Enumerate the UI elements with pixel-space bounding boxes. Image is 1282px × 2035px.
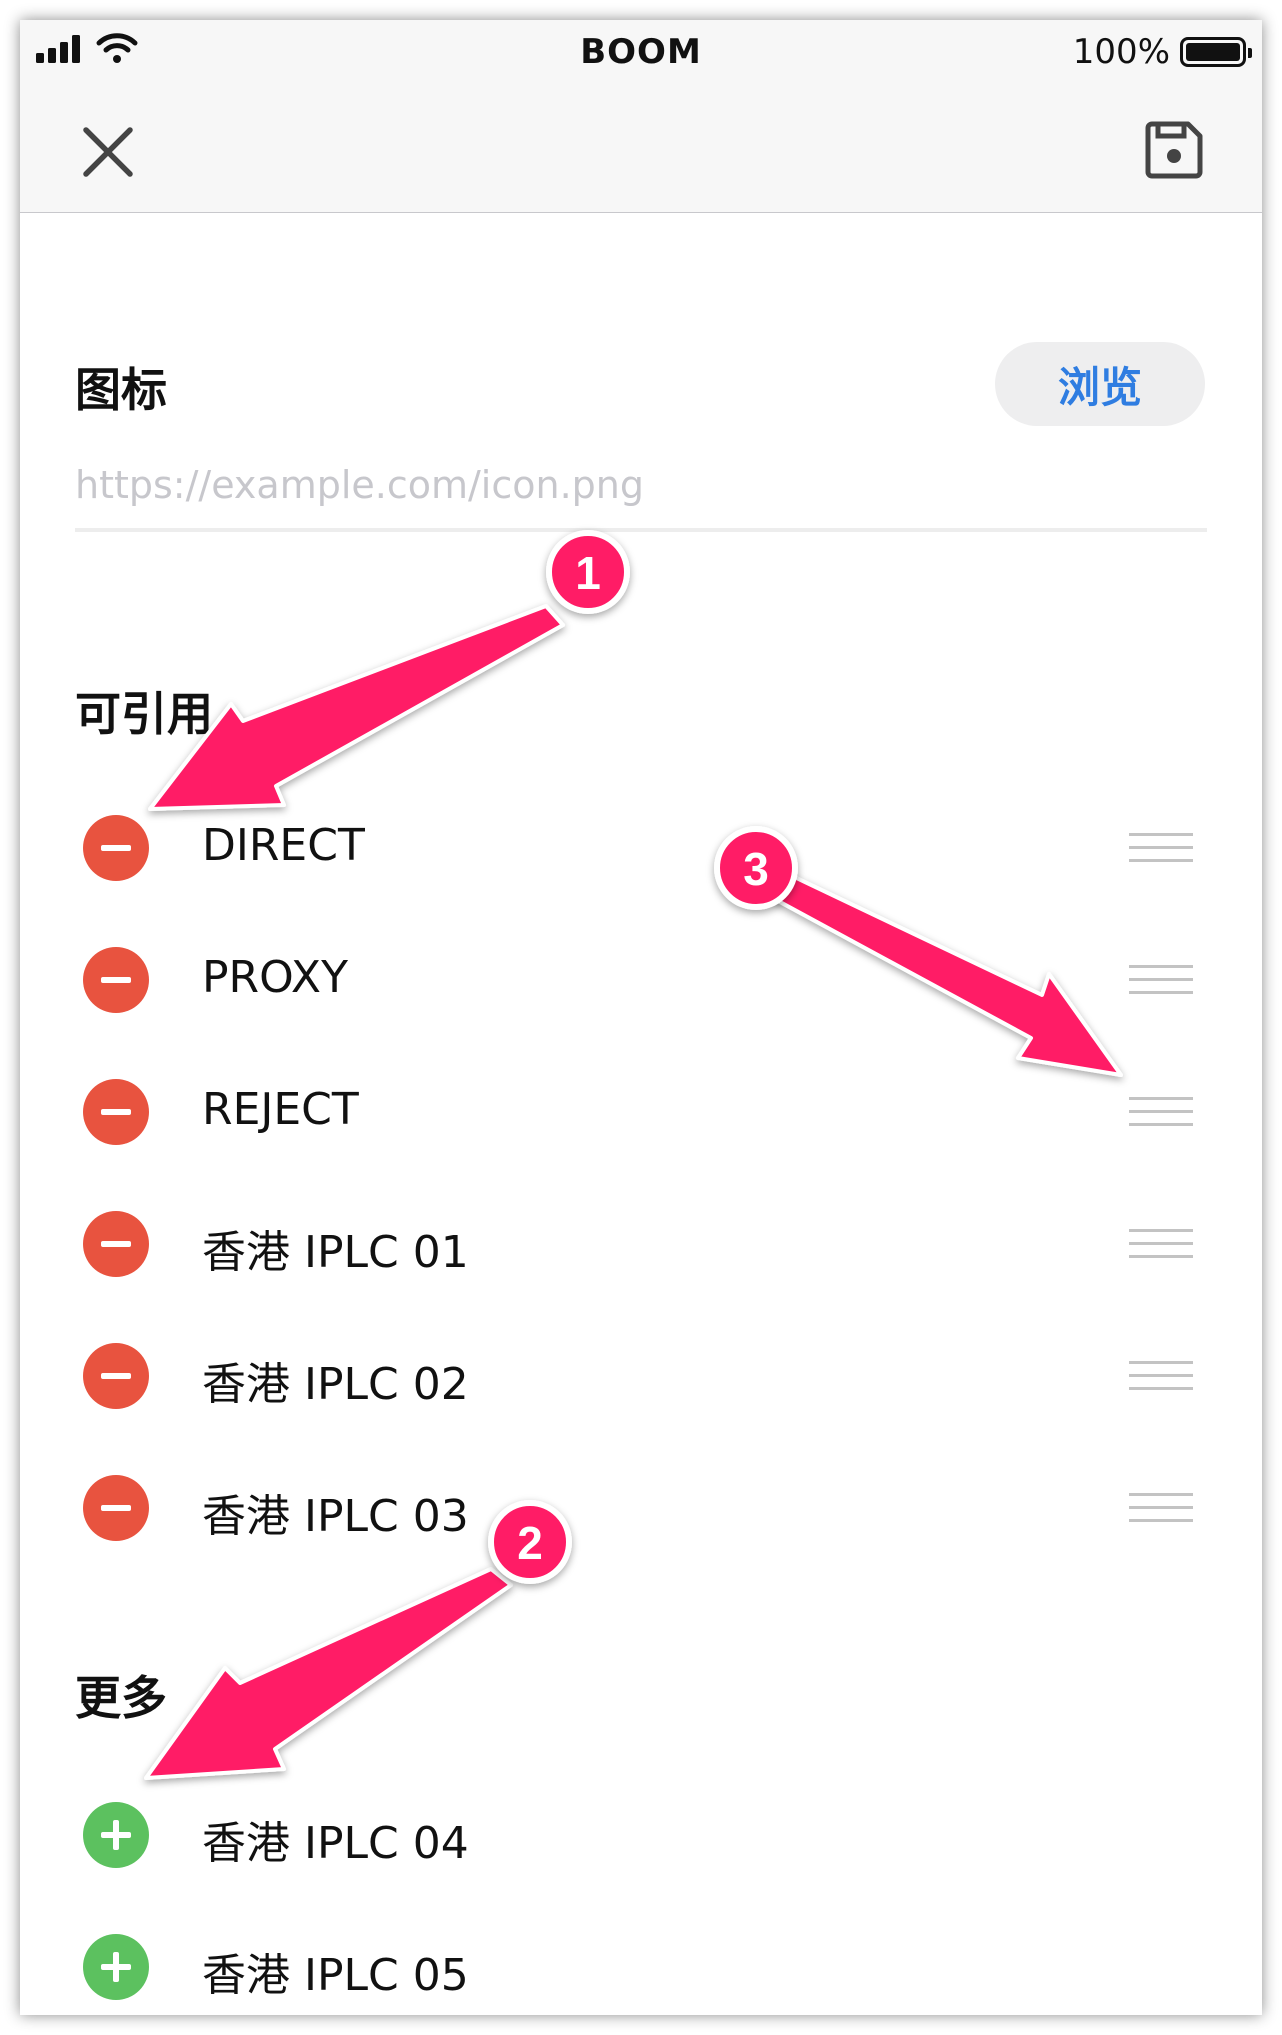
remove-button[interactable] — [83, 815, 149, 881]
icon-section-label: 图标 — [75, 363, 167, 417]
item-label: 香港 IPLC 05 — [202, 1950, 469, 2001]
browse-button[interactable]: 浏览 — [995, 342, 1205, 426]
drag-handle-icon[interactable] — [1129, 1361, 1193, 1393]
item-label: 香港 IPLC 02 — [202, 1359, 469, 1410]
minus-icon — [101, 1505, 131, 1511]
drag-handle-icon[interactable] — [1129, 833, 1193, 865]
item-label: 香港 IPLC 04 — [202, 1818, 469, 1869]
navigation-bar: BOOM 100% — [20, 20, 1262, 213]
icon-url-input[interactable] — [75, 450, 1207, 520]
minus-icon — [101, 977, 131, 983]
item-label: DIRECT — [202, 820, 365, 871]
list-item-referenced: 香港 IPLC 02 — [20, 1326, 1262, 1426]
save-button[interactable] — [1144, 120, 1204, 180]
drag-handle-icon[interactable] — [1129, 1229, 1193, 1261]
add-button[interactable] — [83, 1934, 149, 2000]
battery-percent: 100% — [1072, 32, 1170, 72]
close-button[interactable] — [80, 124, 136, 180]
item-label: 香港 IPLC 03 — [202, 1491, 469, 1542]
list-item-referenced: PROXY — [20, 930, 1262, 1030]
minus-icon — [101, 1373, 131, 1379]
remove-button[interactable] — [83, 1079, 149, 1145]
more-section-label: 更多 — [75, 1671, 167, 1725]
minus-icon — [101, 1109, 131, 1115]
remove-button[interactable] — [83, 947, 149, 1013]
list-item-more: 香港 IPLC 04 — [20, 1785, 1262, 1885]
list-item-more: 香港 IPLC 05 — [20, 1917, 1262, 2015]
input-underline — [75, 528, 1207, 532]
drag-handle-icon[interactable] — [1129, 1493, 1193, 1525]
battery-icon — [1180, 37, 1252, 67]
drag-handle-icon[interactable] — [1129, 1097, 1193, 1129]
app-screen: BOOM 100% 图标 浏览 可引用 DIRECT PROXY — [20, 20, 1262, 2015]
drag-handle-icon[interactable] — [1129, 965, 1193, 997]
add-button[interactable] — [83, 1802, 149, 1868]
list-item-referenced: 香港 IPLC 01 — [20, 1194, 1262, 1294]
remove-button[interactable] — [83, 1211, 149, 1277]
item-label: PROXY — [202, 952, 348, 1003]
close-icon — [83, 127, 133, 177]
minus-icon — [101, 845, 131, 851]
item-label: 香港 IPLC 01 — [202, 1227, 469, 1278]
remove-button[interactable] — [83, 1475, 149, 1541]
remove-button[interactable] — [83, 1343, 149, 1409]
referenced-section-label: 可引用 — [75, 687, 213, 741]
save-icon — [1145, 121, 1203, 179]
item-label: REJECT — [202, 1084, 359, 1135]
list-item-referenced: REJECT — [20, 1062, 1262, 1162]
battery-status: 100% — [1072, 32, 1252, 72]
list-item-referenced: DIRECT — [20, 798, 1262, 898]
minus-icon — [101, 1241, 131, 1247]
list-item-referenced: 香港 IPLC 03 — [20, 1458, 1262, 1558]
